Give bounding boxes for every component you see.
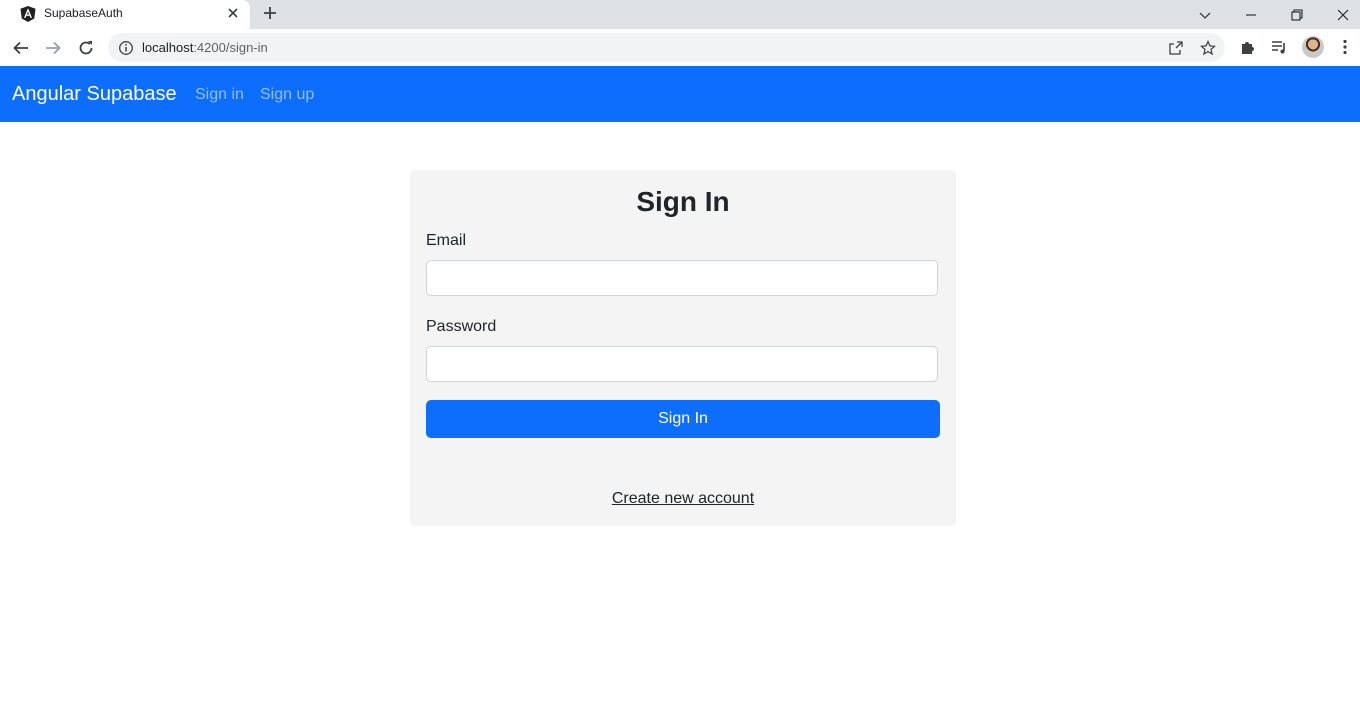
page-title: Sign In <box>636 186 730 217</box>
star-icon[interactable] <box>1199 39 1217 56</box>
browser-toolbar: localhost:4200/sign-in <box>0 29 1360 67</box>
password-field[interactable] <box>426 346 938 382</box>
sign-in-card: Sign In Email Password Sign In Create ne… <box>410 170 956 526</box>
reload-icon[interactable] <box>75 37 97 59</box>
browser-tab-strip: SupabaseAuth <box>0 0 1360 29</box>
email-field[interactable] <box>426 260 938 296</box>
address-bar[interactable]: localhost:4200/sign-in <box>108 33 1225 62</box>
angular-logo-icon <box>19 5 37 23</box>
password-label: Password <box>426 318 497 335</box>
close-icon[interactable] <box>224 4 242 22</box>
kebab-menu-icon[interactable] <box>1336 38 1354 56</box>
media-queue-icon[interactable] <box>1270 38 1288 56</box>
navbar-brand[interactable]: Angular Supabase <box>12 83 177 106</box>
nav-link-sign-up[interactable]: Sign up <box>260 86 314 104</box>
minimize-icon[interactable] <box>1228 0 1274 29</box>
puzzle-icon[interactable] <box>1239 38 1257 56</box>
plus-icon[interactable] <box>260 3 280 23</box>
tab-title: SupabaseAuth <box>44 6 123 20</box>
create-account-link[interactable]: Create new account <box>410 490 956 508</box>
app-navbar: Angular Supabase Sign in Sign up <box>0 66 1360 122</box>
url-text: localhost:4200/sign-in <box>142 40 268 55</box>
restore-icon[interactable] <box>1274 0 1320 29</box>
window-close-icon[interactable] <box>1320 0 1360 29</box>
arrow-right-icon[interactable] <box>42 37 64 59</box>
arrow-left-icon[interactable] <box>10 37 32 59</box>
email-label: Email <box>426 232 467 249</box>
nav-link-sign-in[interactable]: Sign in <box>195 86 244 104</box>
browser-tab[interactable]: SupabaseAuth <box>0 0 250 29</box>
profile-avatar[interactable] <box>1302 36 1324 58</box>
share-icon[interactable] <box>1168 40 1184 56</box>
url-host: localhost <box>142 40 194 55</box>
url-path: :4200/sign-in <box>193 40 268 55</box>
sign-in-button[interactable]: Sign In <box>426 400 940 438</box>
chevron-down-icon[interactable] <box>1182 0 1228 29</box>
info-icon[interactable] <box>118 40 134 56</box>
